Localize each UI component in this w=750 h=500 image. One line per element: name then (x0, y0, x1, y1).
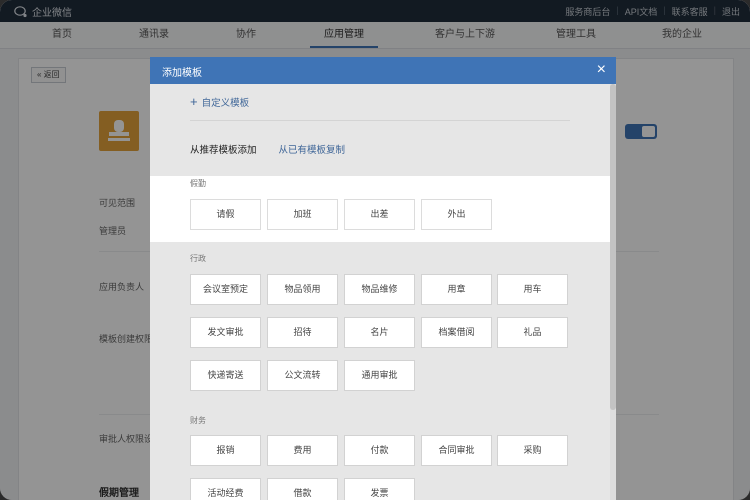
template-seal-usage[interactable]: 用章 (421, 274, 492, 305)
template-gift[interactable]: 礼品 (497, 317, 568, 348)
scrollbar-thumb[interactable] (610, 84, 616, 410)
template-business-trip[interactable]: 出差 (344, 199, 415, 230)
dialog-header: 添加模板 × (150, 57, 616, 84)
section-label-administration: 行政 (190, 254, 206, 263)
plus-icon: + (190, 94, 198, 109)
template-procurement[interactable]: 采购 (497, 435, 568, 466)
dialog-title: 添加模板 (162, 68, 202, 79)
template-document-circulation[interactable]: 公文流转 (267, 360, 338, 391)
template-leave[interactable]: 请假 (190, 199, 261, 230)
template-reimbursement[interactable]: 报销 (190, 435, 261, 466)
section-label-finance: 财务 (190, 416, 206, 425)
template-archive-borrow[interactable]: 档案借阅 (421, 317, 492, 348)
tab-copy-existing[interactable]: 从已有模板复制 (279, 142, 346, 156)
template-express-delivery[interactable]: 快递寄送 (190, 360, 261, 391)
app-window: 企业微信 服务商后台 | API文档 | 联系客服 | 退出 首页 通讯录 协作… (0, 0, 750, 500)
tab-recommended[interactable]: 从推荐模板添加 (190, 142, 257, 156)
template-contract-approval[interactable]: 合同审批 (421, 435, 492, 466)
template-vehicle[interactable]: 用车 (497, 274, 568, 305)
divider (190, 120, 570, 121)
add-template-dialog: 添加模板 × + 自定义模板 从推荐模板添加 从已有模板复制 假勤 请假 加班 … (150, 57, 616, 500)
template-source-tabs: 从推荐模板添加 从已有模板复制 (190, 142, 345, 156)
custom-template-link[interactable]: + 自定义模板 (190, 95, 249, 109)
attendance-section: 假勤 请假 加班 出差 外出 (150, 176, 612, 242)
template-item-repair[interactable]: 物品维修 (344, 274, 415, 305)
template-payment[interactable]: 付款 (344, 435, 415, 466)
template-hospitality[interactable]: 招待 (267, 317, 338, 348)
template-expense[interactable]: 费用 (267, 435, 338, 466)
template-overtime[interactable]: 加班 (267, 199, 338, 230)
custom-template-label: 自定义模板 (201, 98, 250, 109)
close-icon[interactable]: × (597, 60, 606, 80)
template-general-approval[interactable]: 通用审批 (344, 360, 415, 391)
template-loan[interactable]: 借款 (267, 478, 338, 500)
section-label-attendance: 假勤 (190, 179, 206, 188)
template-business-card[interactable]: 名片 (344, 317, 415, 348)
template-activity-fund[interactable]: 活动经费 (190, 478, 261, 500)
template-item-requisition[interactable]: 物品领用 (267, 274, 338, 305)
template-go-out[interactable]: 外出 (421, 199, 492, 230)
template-document-issuance[interactable]: 发文审批 (190, 317, 261, 348)
template-meeting-room[interactable]: 会议室预定 (190, 274, 261, 305)
template-invoice[interactable]: 发票 (344, 478, 415, 500)
dialog-body: + 自定义模板 从推荐模板添加 从已有模板复制 假勤 请假 加班 出差 外出 行… (150, 84, 616, 500)
